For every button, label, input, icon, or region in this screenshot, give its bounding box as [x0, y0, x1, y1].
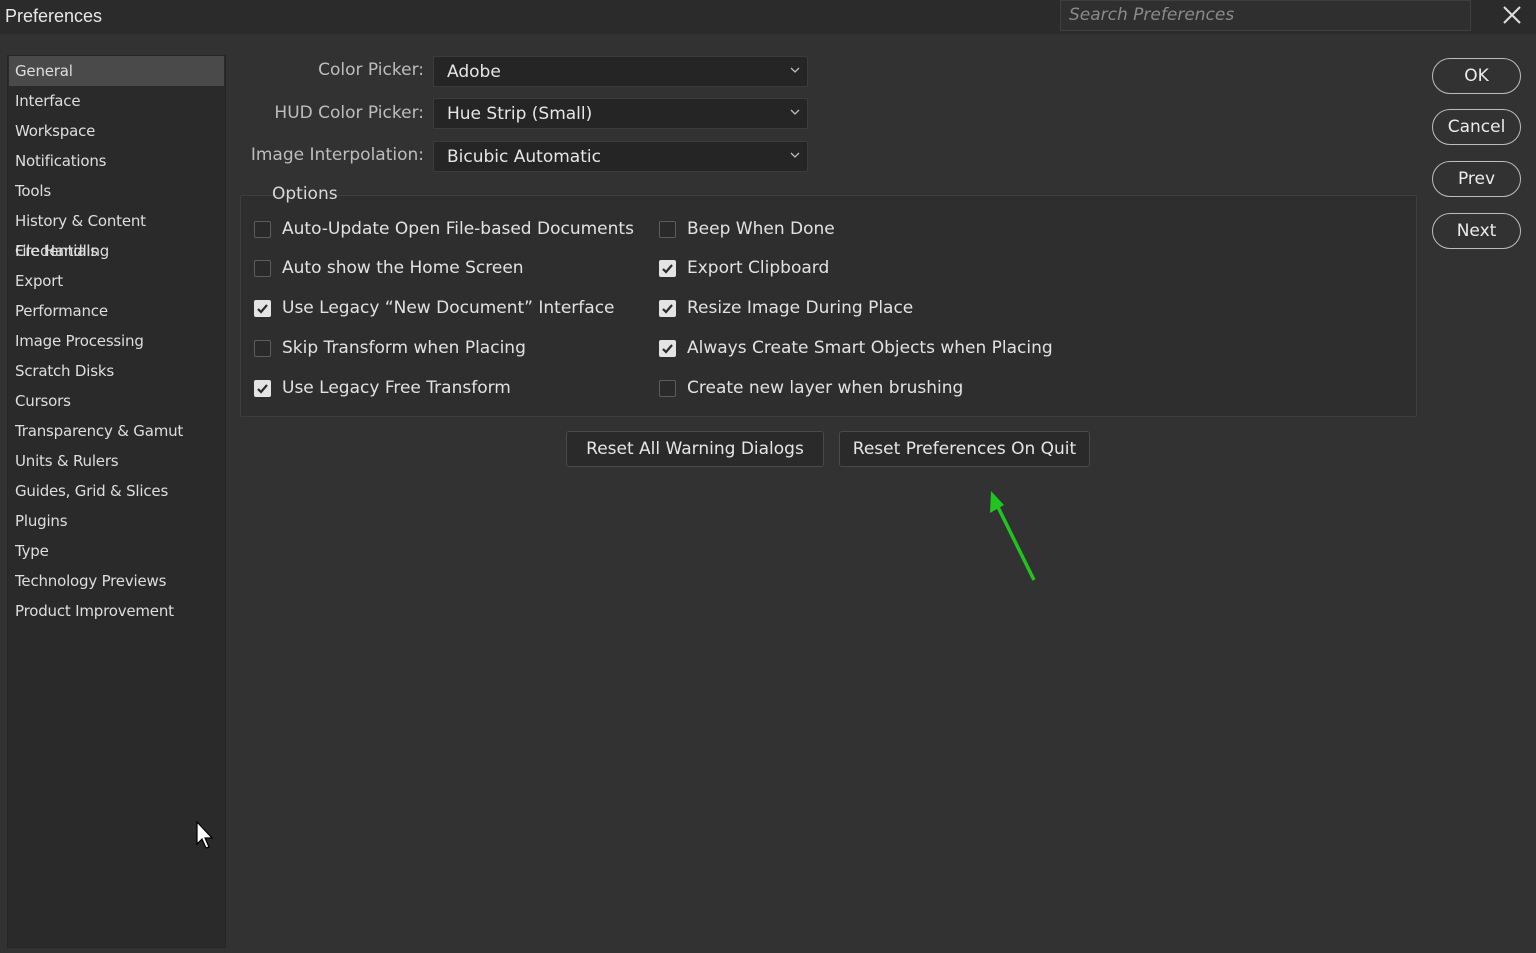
- option-label: Resize Image During Place: [687, 298, 914, 318]
- checkbox-box[interactable]: [254, 299, 271, 317]
- color-picker-value: Adobe: [447, 62, 501, 82]
- sidebar-item-general[interactable]: General: [9, 56, 224, 86]
- option-label: Always Create Smart Objects when Placing: [687, 338, 1053, 358]
- prev-button[interactable]: Prev: [1432, 161, 1521, 197]
- reset-preferences-on-quit-button[interactable]: Reset Preferences On Quit: [839, 431, 1090, 467]
- sidebar-item-performance[interactable]: Performance: [8, 296, 225, 326]
- legacy-new-document-checkbox[interactable]: Use Legacy “New Document” Interface: [254, 298, 615, 318]
- sidebar-item-plugins[interactable]: Plugins: [8, 506, 225, 536]
- cancel-button[interactable]: Cancel: [1432, 109, 1521, 145]
- checkbox-box[interactable]: [254, 259, 271, 277]
- hud-color-picker-value: Hue Strip (Small): [447, 104, 593, 124]
- export-clipboard-checkbox[interactable]: Export Clipboard: [659, 258, 829, 278]
- sidebar-item-technology-previews[interactable]: Technology Previews: [8, 566, 225, 596]
- close-button[interactable]: [1496, 0, 1528, 30]
- sidebar-item-history[interactable]: History & Content Credentials: [8, 206, 225, 260]
- checkbox-box[interactable]: [254, 379, 271, 397]
- option-label: Create new layer when brushing: [687, 378, 964, 398]
- image-interpolation-select[interactable]: Bicubic Automatic: [433, 141, 808, 172]
- chevron-down-icon: [790, 109, 800, 115]
- checkbox-box[interactable]: [659, 379, 676, 397]
- sidebar-item-workspace[interactable]: Workspace: [8, 116, 225, 146]
- chevron-down-icon: [790, 67, 800, 73]
- checkmark-icon: [662, 303, 673, 314]
- option-label: Use Legacy “New Document” Interface: [282, 298, 615, 318]
- new-layer-brushing-checkbox[interactable]: Create new layer when brushing: [659, 378, 963, 398]
- sidebar-item-cursors[interactable]: Cursors: [8, 386, 225, 416]
- option-label: Use Legacy Free Transform: [282, 378, 511, 398]
- checkmark-icon: [257, 303, 268, 314]
- sidebar-item-export[interactable]: Export: [8, 266, 225, 296]
- resize-image-during-place-checkbox[interactable]: Resize Image During Place: [659, 298, 913, 318]
- option-label: Export Clipboard: [687, 258, 830, 278]
- beep-when-done-checkbox[interactable]: Beep When Done: [659, 219, 835, 239]
- checkmark-icon: [257, 383, 268, 394]
- smart-objects-checkbox[interactable]: Always Create Smart Objects when Placing: [659, 338, 1053, 358]
- chevron-down-icon: [790, 152, 800, 158]
- auto-update-checkbox[interactable]: Auto-Update Open File-based Documents: [254, 219, 634, 239]
- image-interpolation-label: Image Interpolation:: [250, 145, 424, 165]
- option-label: Skip Transform when Placing: [282, 338, 526, 358]
- color-picker-label: Color Picker:: [318, 60, 424, 80]
- title-bar: Preferences Search Preferences: [0, 0, 1536, 34]
- sidebar-item-units-rulers[interactable]: Units & Rulers: [8, 446, 225, 476]
- sidebar-item-interface[interactable]: Interface: [8, 86, 225, 116]
- checkbox-box[interactable]: [659, 299, 676, 317]
- auto-show-home-checkbox[interactable]: Auto show the Home Screen: [254, 258, 524, 278]
- next-button[interactable]: Next: [1432, 213, 1521, 249]
- sidebar-item-image-processing[interactable]: Image Processing: [8, 326, 225, 356]
- mouse-cursor-icon: [196, 820, 214, 849]
- option-label: Auto show the Home Screen: [282, 258, 524, 278]
- skip-transform-checkbox[interactable]: Skip Transform when Placing: [254, 338, 526, 358]
- options-heading: Options: [272, 184, 338, 204]
- checkmark-icon: [662, 343, 673, 354]
- option-label: Beep When Done: [687, 219, 835, 239]
- checkbox-box[interactable]: [659, 339, 676, 357]
- sidebar-item-file-handling[interactable]: File Handling: [8, 236, 225, 266]
- close-icon: [1503, 6, 1521, 24]
- hud-color-picker-select[interactable]: Hue Strip (Small): [433, 98, 808, 129]
- window-title: Preferences: [5, 6, 103, 26]
- reset-warning-dialogs-button[interactable]: Reset All Warning Dialogs: [566, 431, 824, 467]
- image-interpolation-value: Bicubic Automatic: [447, 147, 601, 167]
- checkbox-box[interactable]: [659, 259, 676, 277]
- sidebar-item-guides[interactable]: Guides, Grid & Slices: [8, 476, 225, 506]
- annotation-arrow-icon: [990, 491, 1036, 581]
- search-input[interactable]: Search Preferences: [1060, 0, 1471, 31]
- color-picker-select[interactable]: Adobe: [433, 56, 808, 87]
- sidebar-item-type[interactable]: Type: [8, 536, 225, 566]
- sidebar-item-product-improvement[interactable]: Product Improvement: [8, 596, 225, 626]
- sidebar-item-scratch-disks[interactable]: Scratch Disks: [8, 356, 225, 386]
- ok-button[interactable]: OK: [1432, 58, 1521, 94]
- sidebar-item-notifications[interactable]: Notifications: [8, 146, 225, 176]
- checkbox-box[interactable]: [659, 220, 676, 238]
- checkmark-icon: [662, 263, 673, 274]
- preferences-sidebar: General Interface Workspace Notification…: [7, 55, 226, 948]
- hud-color-picker-label: HUD Color Picker:: [274, 103, 424, 123]
- option-label: Auto-Update Open File-based Documents: [282, 219, 634, 239]
- legacy-free-transform-checkbox[interactable]: Use Legacy Free Transform: [254, 378, 511, 398]
- sidebar-item-tools[interactable]: Tools: [8, 176, 225, 206]
- checkbox-box[interactable]: [254, 220, 271, 238]
- sidebar-item-transparency[interactable]: Transparency & Gamut: [8, 416, 225, 446]
- checkbox-box[interactable]: [254, 339, 271, 357]
